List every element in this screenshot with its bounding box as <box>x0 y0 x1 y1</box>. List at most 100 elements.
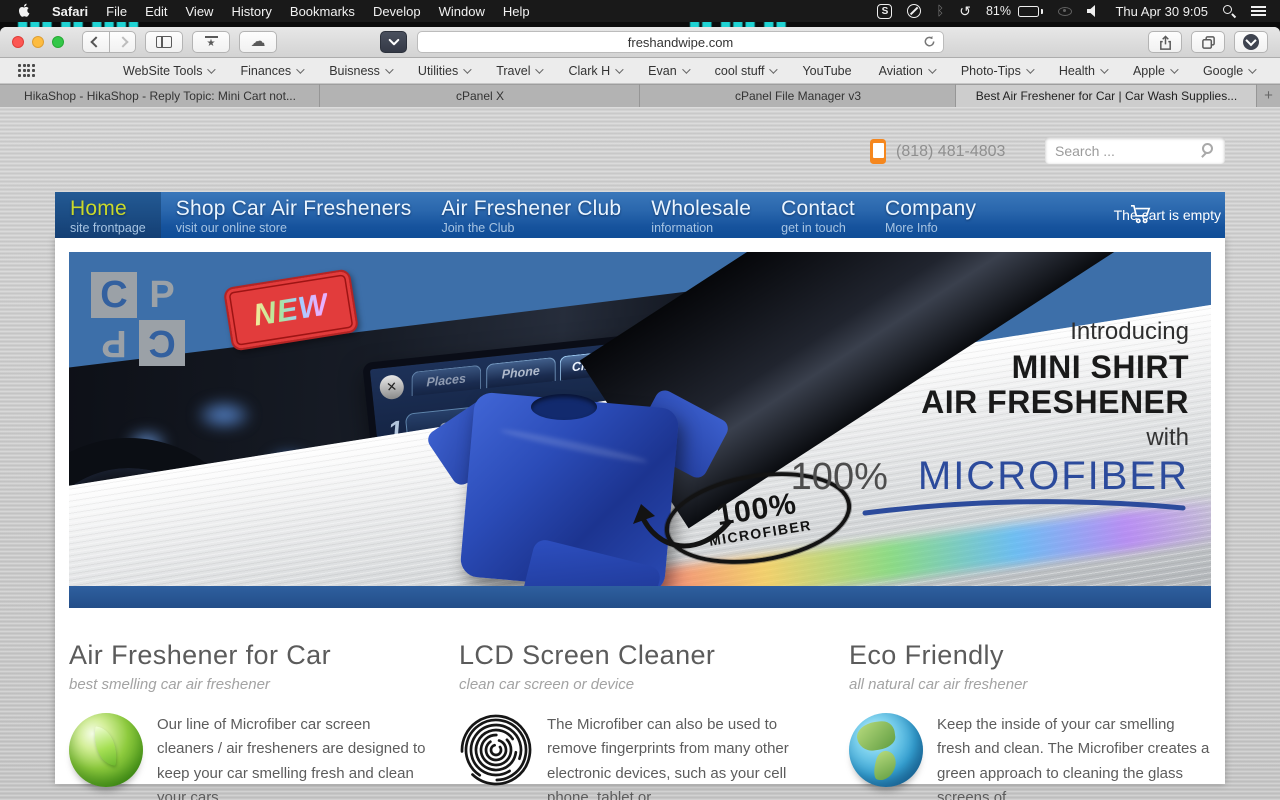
close-window-button[interactable] <box>12 36 24 48</box>
banner-pct: 100% <box>790 456 888 499</box>
column-subtitle: clean car screen or device <box>459 676 635 693</box>
volume-icon[interactable] <box>1087 5 1100 17</box>
menu-edit[interactable]: Edit <box>136 0 176 22</box>
bookmark-clark-h[interactable]: Clark H <box>568 64 624 78</box>
bookmark-youtube[interactable]: YouTube <box>802 64 851 78</box>
sidebar-icon <box>156 36 172 48</box>
bookmark-aviation[interactable]: Aviation <box>879 64 937 78</box>
banner-title-1: MINI SHIRT <box>1011 349 1189 385</box>
cart-icon <box>1130 204 1152 229</box>
time-machine-icon[interactable]: ↺ <box>959 3 971 20</box>
icloud-tabs-button[interactable]: ☁ <box>239 31 277 53</box>
nav-club[interactable]: Air Freshener Club Join the Club <box>426 192 636 238</box>
site-search <box>1045 137 1225 164</box>
favorites-button[interactable]: ★ <box>192 31 230 53</box>
column-subtitle: best smelling car air freshener <box>69 676 270 693</box>
column-title: Air Freshener for Car <box>69 640 331 670</box>
column-air-freshener: Air Freshener for Car best smelling car … <box>69 640 430 800</box>
bookmarks-grid-icon[interactable] <box>18 64 35 77</box>
column-title: Eco Friendly <box>849 640 1004 670</box>
nav-contact[interactable]: Contact get in touch <box>766 192 870 238</box>
eye-icon[interactable] <box>1058 6 1073 16</box>
url-text: freshandwipe.com <box>627 34 734 50</box>
reload-button[interactable] <box>923 35 936 51</box>
tab-bar: HikaShop - HikaShop - Reply Topic: Mini … <box>0 84 1280 107</box>
screen-tab-phone: Phone <box>485 356 555 389</box>
shield-s-menu-icon[interactable]: S <box>877 3 893 19</box>
pocket-extension-button[interactable] <box>380 31 407 53</box>
column-text: Keep the inside of your car smelling fre… <box>937 716 1210 800</box>
menu-develop[interactable]: Develop <box>364 0 430 22</box>
column-text: Our line of Microfiber car screen cleane… <box>157 716 426 800</box>
zoom-window-button[interactable] <box>52 36 64 48</box>
tab-cpanel-x[interactable]: cPanel X <box>320 84 640 107</box>
menu-bookmarks[interactable]: Bookmarks <box>281 0 364 22</box>
webpage: (818) 481-4803 Home site frontpage Shop … <box>0 107 1280 800</box>
bookmark-utilities[interactable]: Utilities <box>418 64 472 78</box>
nav-shop[interactable]: Shop Car Air Fresheners visit our online… <box>161 192 427 238</box>
bookmark-buisness[interactable]: Buisness <box>329 64 394 78</box>
bookmark-website-tools[interactable]: WebSite Tools <box>123 64 217 78</box>
cart-status[interactable]: The cart is empty <box>1114 192 1223 238</box>
notification-center-icon[interactable] <box>1251 5 1266 17</box>
leaf-orb-icon <box>69 713 143 787</box>
menu-help[interactable]: Help <box>494 0 539 22</box>
menu-file[interactable]: File <box>97 0 136 22</box>
column-eco-friendly: Eco Friendly all natural car air freshen… <box>849 640 1210 800</box>
bookmark-travel[interactable]: Travel <box>496 64 545 78</box>
downloads-button[interactable] <box>1234 31 1268 53</box>
bookmark-finances[interactable]: Finances <box>240 64 305 78</box>
menu-view[interactable]: View <box>177 0 223 22</box>
address-bar[interactable]: freshandwipe.com <box>417 31 944 53</box>
new-tab-button[interactable]: + <box>1257 84 1280 107</box>
nav-company[interactable]: Company More Info <box>870 192 991 238</box>
column-title: LCD Screen Cleaner <box>459 640 716 670</box>
favorites-star-icon: ★ <box>204 36 218 48</box>
bluetooth-icon[interactable]: ᛒ <box>936 4 944 19</box>
battery-icon <box>1018 5 1040 17</box>
bookmark-apple[interactable]: Apple <box>1133 64 1179 78</box>
back-button[interactable] <box>82 31 109 53</box>
cp-logo: C P P C <box>91 272 185 366</box>
nav-wholesale[interactable]: Wholesale information <box>636 192 766 238</box>
feature-columns: Air Freshener for Car best smelling car … <box>69 640 1211 800</box>
nav-home[interactable]: Home site frontpage <box>55 192 161 238</box>
phone-number: (818) 481-4803 <box>896 142 1006 160</box>
menu-history[interactable]: History <box>222 0 280 22</box>
bookmark-evan[interactable]: Evan <box>648 64 691 78</box>
forward-button[interactable] <box>109 31 136 53</box>
column-lcd-cleaner: LCD Screen Cleaner clean car screen or d… <box>459 640 820 800</box>
main-navigation: Home site frontpage Shop Car Air Freshen… <box>55 192 1225 238</box>
mobile-phone-icon <box>870 139 886 164</box>
column-text: The Microfiber can also be used to remov… <box>547 716 789 800</box>
bookmark-google[interactable]: Google <box>1203 64 1257 78</box>
bookmarks-bar: WebSite Tools Finances Buisness Utilitie… <box>0 58 1280 84</box>
minimize-window-button[interactable] <box>32 36 44 48</box>
apple-menu[interactable] <box>0 0 43 22</box>
browser-toolbar: ★ ☁ freshandwipe.com <box>0 27 1280 58</box>
banner-intro: Introducing <box>1070 318 1189 345</box>
circle-slash-menu-icon[interactable] <box>907 4 922 18</box>
tab-cpanel-file-manager[interactable]: cPanel File Manager v3 <box>640 84 956 107</box>
battery-percent: 81% <box>985 4 1011 18</box>
sidebar-button[interactable] <box>145 31 183 53</box>
battery-indicator[interactable]: 81% <box>986 4 1044 18</box>
tab-best-air-freshener[interactable]: Best Air Freshener for Car | Car Wash Su… <box>956 84 1257 107</box>
share-button[interactable] <box>1148 31 1182 53</box>
banner-title-2: AIR FRESHENER <box>921 383 1189 420</box>
back-icon <box>90 36 102 48</box>
search-input[interactable] <box>1045 137 1225 164</box>
forward-icon <box>116 36 129 48</box>
globe-icon <box>849 713 923 787</box>
search-icon[interactable] <box>1200 142 1217 159</box>
show-all-tabs-button[interactable] <box>1191 31 1225 53</box>
tab-hikashop[interactable]: HikaShop - HikaShop - Reply Topic: Mini … <box>0 84 320 107</box>
bookmark-photo-tips[interactable]: Photo-Tips <box>961 64 1035 78</box>
menu-window[interactable]: Window <box>430 0 494 22</box>
bookmark-cool-stuff[interactable]: cool stuff <box>715 64 779 78</box>
bookmark-health[interactable]: Health <box>1059 64 1109 78</box>
menu-safari[interactable]: Safari <box>43 0 97 22</box>
spotlight-icon[interactable] <box>1223 4 1236 19</box>
menu-clock[interactable]: Thu Apr 30 9:05 <box>1115 4 1208 19</box>
cloud-icon: ☁ <box>250 33 266 50</box>
